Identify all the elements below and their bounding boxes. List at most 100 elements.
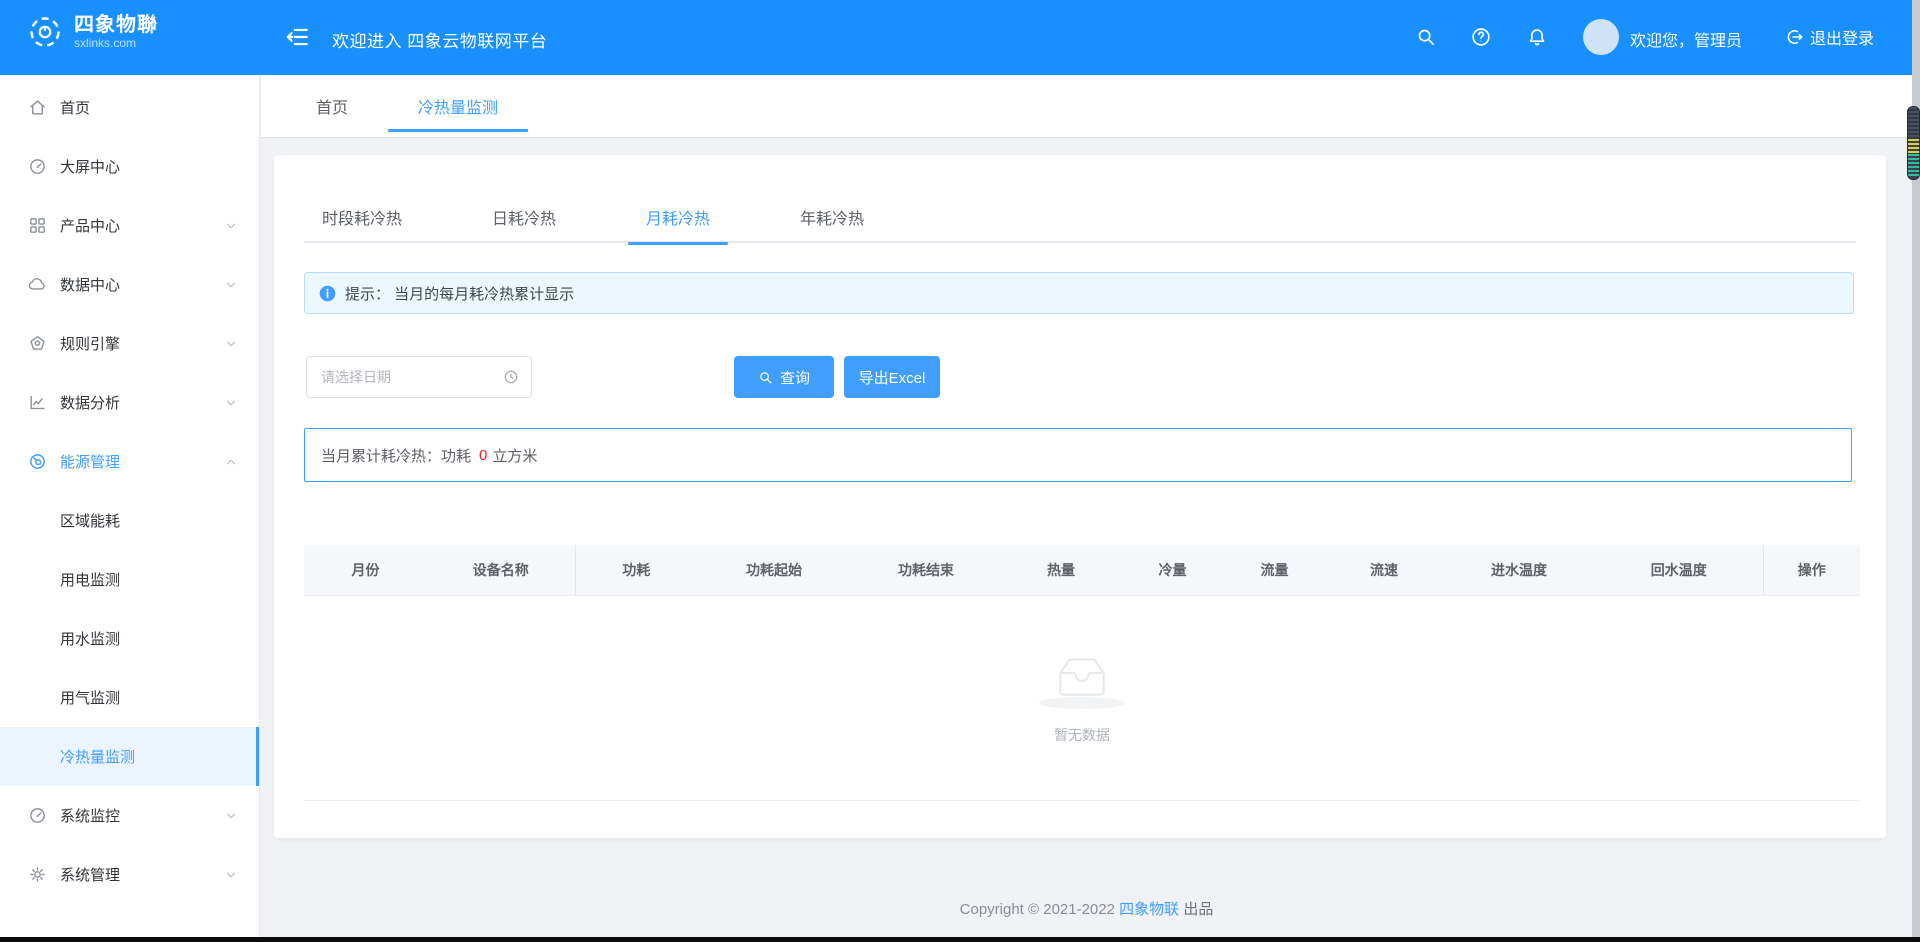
dashboard-gauge-icon: [28, 157, 47, 176]
chevron-down-icon: [225, 220, 237, 232]
summary-metric: 功耗: [441, 445, 471, 466]
sidebar-item-label: 规则引擎: [60, 333, 120, 354]
sidebar-item-label: 数据中心: [60, 274, 120, 295]
date-picker-input[interactable]: [306, 356, 532, 398]
footer-brand-link[interactable]: 四象物联: [1119, 901, 1179, 918]
search-icon[interactable]: [1415, 26, 1437, 48]
chevron-down-icon: [225, 338, 237, 350]
brand-subtitle: sxlinks.com: [74, 37, 158, 51]
data-table: 月份 设备名称 功耗 功耗起始 功耗结束 热量 冷量 流量 流速 进水温度 回水…: [304, 545, 1860, 801]
sidebar-item-label: 大屏中心: [60, 156, 120, 177]
sidebar-item-product-center[interactable]: 产品中心: [0, 196, 259, 255]
col-heat: 热量: [1001, 545, 1121, 595]
tab-heat-cool-monitor[interactable]: 冷热量监测: [388, 75, 528, 138]
sidebar-item-energy-management[interactable]: 能源管理: [0, 432, 259, 491]
info-icon: [319, 285, 336, 302]
col-flow-rate: 流速: [1325, 545, 1443, 595]
col-device-name: 设备名称: [427, 545, 575, 595]
search-icon: [758, 370, 773, 385]
sidebar-subitem-label: 用水监测: [60, 628, 120, 649]
sidebar-subitem-label: 冷热量监测: [60, 746, 135, 767]
sidebar-subitem-label: 用气监测: [60, 687, 120, 708]
chevron-up-icon: [225, 456, 237, 468]
page-tab-bar: 首页 冷热量监测: [261, 75, 1912, 138]
tab-monthly-consumption[interactable]: 月耗冷热: [628, 190, 728, 243]
system-gauge-icon: [28, 806, 47, 825]
col-month: 月份: [304, 545, 427, 595]
query-button-label: 查询: [780, 367, 810, 388]
tab-label: 年耗冷热: [800, 205, 864, 229]
tab-label: 时段耗冷热: [322, 205, 402, 229]
sidebar-item-label: 系统监控: [60, 805, 120, 826]
sidebar-item-home[interactable]: 首页: [0, 78, 259, 137]
export-excel-button[interactable]: 导出Excel: [844, 356, 940, 398]
col-inlet-temp: 进水温度: [1443, 545, 1595, 595]
sidebar-item-label: 系统管理: [60, 864, 120, 885]
footer-copyright: Copyright © 2021-2022: [960, 901, 1115, 918]
chevron-down-icon: [225, 279, 237, 291]
sidebar-item-data-center[interactable]: 数据中心: [0, 255, 259, 314]
sidebar-subitem-label: 区域能耗: [60, 510, 120, 531]
tab-label: 日耗冷热: [492, 205, 556, 229]
tab-period-consumption[interactable]: 时段耗冷热: [304, 190, 420, 243]
logout-label: 退出登录: [1810, 25, 1874, 49]
tab-label: 冷热量监测: [418, 94, 498, 118]
table-empty-body: 暂无数据: [304, 596, 1860, 801]
period-tabs: 时段耗冷热 日耗冷热 月耗冷热 年耗冷热: [304, 190, 1856, 243]
scrollbar-stripe-dark: [1908, 107, 1919, 139]
footer-suffix: 出品: [1183, 901, 1213, 918]
tab-label: 月耗冷热: [646, 205, 710, 229]
tab-label: 首页: [316, 94, 348, 118]
app-screen: 四象物聯 sxlinks.com 欢迎进入 四象云物联网平台 欢迎您，管理员: [0, 0, 1920, 942]
sidebar-item-label: 首页: [60, 97, 90, 118]
query-button[interactable]: 查询: [734, 356, 834, 398]
tab-home[interactable]: 首页: [296, 75, 368, 138]
alert-text: 提示： 当月的每月耗冷热累计显示: [345, 283, 574, 304]
info-alert: 提示： 当月的每月耗冷热累计显示: [304, 272, 1854, 314]
export-button-label: 导出Excel: [859, 367, 926, 388]
tab-yearly-consumption[interactable]: 年耗冷热: [782, 190, 882, 243]
sidebar-subitem-heat-cool-monitor[interactable]: 冷热量监测: [0, 727, 259, 786]
col-power-end: 功耗结束: [851, 545, 1001, 595]
content-card: 时段耗冷热 日耗冷热 月耗冷热 年耗冷热 提示： 当月的每月耗冷热累计显示: [274, 155, 1886, 838]
col-return-temp: 回水温度: [1595, 545, 1763, 595]
empty-text: 暂无数据: [1039, 725, 1125, 745]
filter-toolbar: 查询 导出Excel: [304, 356, 1856, 398]
sidebar-subitem-label: 用电监测: [60, 569, 120, 590]
user-avatar[interactable]: [1583, 19, 1619, 55]
bottom-edge-strip: [0, 937, 1920, 942]
col-flow: 流量: [1224, 545, 1325, 595]
logout-icon: [1784, 27, 1804, 47]
scrollbar-stripe-teal: [1908, 154, 1919, 177]
chevron-down-icon: [225, 810, 237, 822]
sidebar-item-label: 数据分析: [60, 392, 120, 413]
logout-button[interactable]: 退出登录: [1784, 25, 1874, 49]
scrollbar-thumb[interactable]: [1907, 106, 1920, 180]
sidebar-item-system-monitor[interactable]: 系统监控: [0, 786, 259, 845]
summary-value: 0: [474, 447, 492, 464]
help-icon[interactable]: [1470, 26, 1492, 48]
grid-menu-icon: [28, 216, 47, 235]
sidebar-collapse-icon[interactable]: [284, 24, 310, 50]
gear-icon: [28, 865, 47, 884]
sidebar-subitem-gas-monitor[interactable]: 用气监测: [0, 668, 259, 727]
brand-logo[interactable]: 四象物聯 sxlinks.com: [28, 14, 158, 51]
empty-state: 暂无数据: [1039, 646, 1125, 745]
tab-daily-consumption[interactable]: 日耗冷热: [474, 190, 574, 243]
sidebar-subitem-electricity-monitor[interactable]: 用电监测: [0, 550, 259, 609]
top-header: 四象物聯 sxlinks.com 欢迎进入 四象云物联网平台 欢迎您，管理员: [0, 0, 1912, 75]
table-header-row: 月份 设备名称 功耗 功耗起始 功耗结束 热量 冷量 流量 流速 进水温度 回水…: [304, 545, 1860, 595]
sidebar-subitem-water-monitor[interactable]: 用水监测: [0, 609, 259, 668]
sidebar-subitem-region-energy[interactable]: 区域能耗: [0, 491, 259, 550]
trend-chart-icon: [28, 393, 47, 412]
summary-label: 当月累计耗冷热：: [321, 445, 441, 466]
sidebar-nav: 首页 大屏中心 产品中心 数据中心: [0, 75, 260, 937]
sidebar-item-data-analysis[interactable]: 数据分析: [0, 373, 259, 432]
notification-bell-icon[interactable]: [1526, 26, 1548, 48]
sidebar-item-rule-engine[interactable]: 规则引擎: [0, 314, 259, 373]
sidebar-item-label: 产品中心: [60, 215, 120, 236]
empty-box-icon: [1049, 646, 1115, 700]
col-power-start: 功耗起始: [697, 545, 851, 595]
sidebar-item-screen-center[interactable]: 大屏中心: [0, 137, 259, 196]
sidebar-item-system-management[interactable]: 系统管理: [0, 845, 259, 904]
